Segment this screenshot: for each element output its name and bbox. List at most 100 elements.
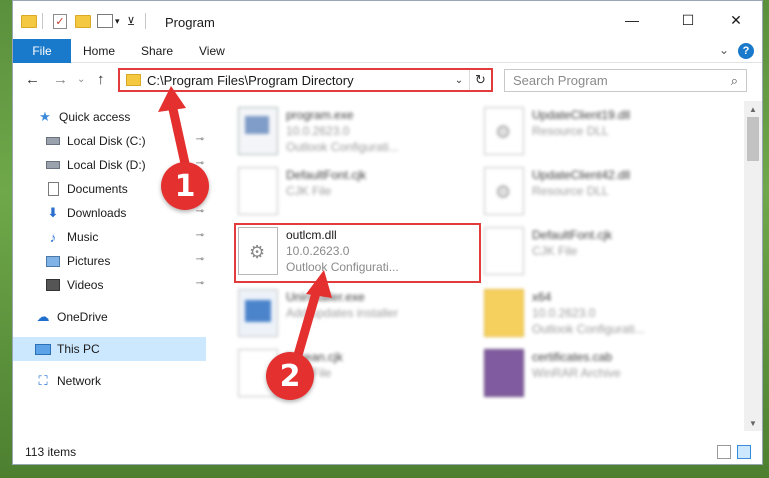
navigation-pane: ★ Quick access Local Disk (C:) ⊸ Local D… (13, 101, 206, 431)
recent-locations-icon[interactable]: ⌄ (77, 74, 85, 85)
step-2-badge: 2 (266, 352, 314, 400)
step-1-badge: 1 (161, 162, 209, 210)
window-title: Program (165, 15, 215, 30)
search-box[interactable]: Search Program ⌕ (504, 69, 747, 92)
folder-icon (21, 12, 37, 30)
file-item[interactable]: DefaultFont.cjk CJK File (484, 223, 724, 281)
properties-check-icon[interactable]: ✓ (53, 12, 67, 30)
tab-home[interactable]: Home (83, 44, 115, 58)
pin-icon: ⊸ (195, 206, 204, 217)
maximize-button[interactable]: ☐ (665, 1, 711, 39)
file-type: Resource DLL (532, 124, 609, 138)
forward-button[interactable]: → (53, 71, 68, 88)
pictures-icon (45, 254, 61, 268)
sidebar-item-label: Videos (67, 278, 104, 292)
sidebar-item-label: Local Disk (D:) (67, 158, 146, 172)
file-version: 10.0.2623.0 (532, 306, 596, 320)
star-icon: ★ (39, 109, 51, 124)
file-name: UpdateClient42.dll (532, 168, 631, 182)
details-view-icon[interactable] (717, 445, 731, 459)
file-item[interactable]: DefaultFont.cjk CJK File (238, 163, 478, 221)
scroll-thumb[interactable] (747, 117, 759, 161)
minimize-button[interactable]: — (609, 1, 655, 39)
document-file-icon (484, 227, 524, 275)
sidebar-item-videos[interactable]: Videos ⊸ (13, 273, 206, 297)
sidebar-item-onedrive[interactable]: ☁ OneDrive (13, 305, 206, 329)
file-type: CJK File (286, 184, 332, 198)
pin-icon: ⊸ (195, 278, 204, 289)
tab-view[interactable]: View (199, 44, 225, 58)
installer-file-icon (238, 289, 278, 337)
file-name: DefaultFont.cjk (532, 228, 613, 242)
file-item[interactable]: program.exe 10.0.2623.0 Outlook Configur… (238, 103, 478, 161)
sidebar-item-label: Network (57, 374, 102, 388)
sidebar-item-local-disk-c[interactable]: Local Disk (C:) ⊸ (13, 129, 206, 153)
folder-icon (484, 289, 524, 337)
file-item[interactable]: UpdateClient19.dll Resource DLL (484, 103, 724, 161)
help-icon[interactable]: ? (738, 43, 754, 59)
pc-icon (35, 342, 51, 356)
file-version: 10.0.2623.0 (286, 124, 350, 138)
qa-dropdown-icon[interactable]: ▾ (115, 12, 120, 30)
file-name: program.exe (286, 108, 354, 122)
file-name: Uninstaller.exe (286, 290, 365, 304)
status-bar: 113 items (13, 441, 762, 465)
sidebar-item-label: This PC (57, 342, 100, 356)
file-name: x64 (532, 290, 552, 304)
sidebar-item-network[interactable]: ⛶ Network (13, 369, 206, 393)
sidebar-item-label: Music (67, 230, 99, 244)
highlight-box-outlcm (234, 223, 481, 283)
file-name: DefaultFont.cjk (286, 168, 367, 182)
file-item[interactable]: UpdateClient42.dll Resource DLL (484, 163, 724, 221)
back-button[interactable]: ← (25, 71, 40, 88)
file-type: WinRAR Archive (532, 366, 621, 380)
tab-file[interactable]: File (13, 39, 71, 63)
address-path[interactable]: C:\Program Files\Program Directory (147, 73, 449, 88)
sidebar-item-pictures[interactable]: Pictures ⊸ (13, 249, 206, 273)
disk-icon (45, 158, 61, 172)
title-separator (145, 12, 146, 30)
dll-file-icon (484, 167, 524, 215)
pin-icon: ⊸ (195, 230, 204, 241)
sidebar-item-music[interactable]: ♪ Music ⊸ (13, 225, 206, 249)
videos-icon (45, 278, 61, 292)
file-type: CJK File (532, 244, 578, 258)
up-button[interactable]: ↑ (97, 71, 105, 88)
view-properties-icon[interactable] (97, 12, 113, 30)
sidebar-item-label: Documents (67, 182, 128, 196)
tab-share[interactable]: Share (141, 44, 173, 58)
file-item[interactable]: x64 10.0.2623.0 Outlook Configurati... (484, 285, 724, 343)
navigation-bar: ← → ⌄ ↑ C:\Program Files\Program Directo… (13, 65, 762, 95)
large-icons-view-icon[interactable] (737, 445, 751, 459)
address-dropdown-icon[interactable]: ⌄ (449, 75, 469, 86)
file-item[interactable]: certificates.cab WinRAR Archive (484, 345, 724, 403)
sidebar-item-this-pc[interactable]: This PC (13, 337, 206, 361)
close-button[interactable]: ✕ (713, 1, 759, 39)
file-explorer-window: ✓ ▾ ⊻ Program — ☐ ✕ File Home Share View… (12, 0, 763, 465)
network-icon: ⛶ (38, 373, 48, 388)
expand-ribbon-icon[interactable]: ⌄ (719, 43, 729, 57)
scroll-down-icon[interactable]: ▼ (744, 415, 762, 431)
disk-icon (45, 134, 61, 148)
search-input[interactable]: Search Program (513, 73, 608, 88)
sidebar-item-quick-access[interactable]: ★ Quick access (13, 105, 206, 129)
search-icon[interactable]: ⌕ (731, 73, 738, 89)
music-icon: ♪ (49, 229, 57, 245)
file-item[interactable]: Uninstaller.exe Add updates installer (238, 285, 478, 343)
document-file-icon (238, 167, 278, 215)
dll-file-icon (484, 107, 524, 155)
customize-toolbar-icon[interactable]: ⊻ (127, 12, 135, 30)
folder-icon (126, 74, 141, 86)
title-bar: ✓ ▾ ⊻ Program — ☐ ✕ (13, 1, 762, 39)
sidebar-item-label: Quick access (59, 110, 131, 124)
refresh-button[interactable]: ↻ (469, 70, 491, 90)
vertical-scrollbar[interactable]: ▲ ▼ (744, 101, 762, 431)
sidebar-item-label: OneDrive (57, 310, 108, 324)
ribbon-tabs: File Home Share View ⌄ ? (13, 39, 762, 63)
new-folder-icon[interactable] (75, 12, 91, 30)
pin-icon: ⊸ (195, 134, 204, 145)
item-count: 113 items (25, 445, 77, 459)
address-bar[interactable]: C:\Program Files\Program Directory ⌄ ↻ (118, 68, 493, 92)
scroll-up-icon[interactable]: ▲ (744, 101, 762, 117)
sidebar-item-label: Pictures (67, 254, 111, 268)
